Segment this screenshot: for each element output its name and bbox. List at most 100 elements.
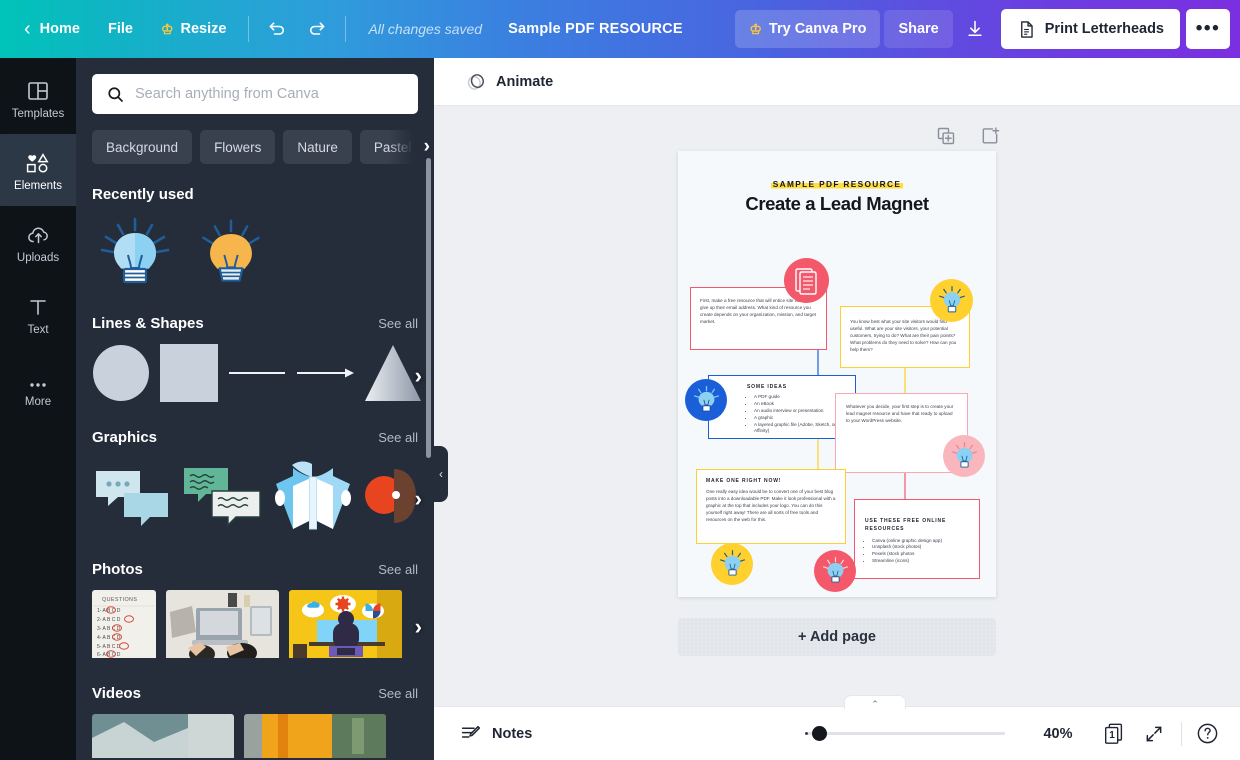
sidebar-label-templates: Templates	[11, 107, 65, 120]
card-resources-heading: USE THESE FREE ONLINE RESOURCES	[865, 518, 947, 532]
zoom-slider[interactable]	[805, 726, 1005, 741]
card-resources[interactable]: USE THESE FREE ONLINE RESOURCES Canva (o…	[854, 499, 980, 579]
lightbulb-icon	[719, 549, 745, 576]
header-divider-2	[345, 16, 347, 42]
badge-bulb-blue[interactable]	[685, 379, 727, 421]
video-thumb-1[interactable]	[92, 714, 234, 760]
sidebar-label-text: Text	[27, 323, 49, 336]
see-all-lines-shapes[interactable]: See all	[378, 316, 418, 331]
page-tools	[936, 126, 1002, 148]
list-item: A layered graphic file (Adobe, Sketch, o…	[754, 422, 847, 436]
graphic-speech-bubbles[interactable]	[92, 465, 172, 532]
fullscreen-button[interactable]	[1137, 717, 1171, 751]
card-resources-list: Canva (online graphic design app) Unspla…	[865, 538, 971, 566]
design-page-1[interactable]: SAMPLE PDF RESOURCE Create a Lead Magnet…	[678, 151, 996, 597]
zoom-slider-knob[interactable]	[812, 726, 827, 741]
element-lightbulb-orange[interactable]	[188, 215, 274, 293]
panel-scrollbar[interactable]	[426, 158, 431, 458]
add-page-bar[interactable]: + Add page	[678, 618, 996, 656]
card-some-ideas[interactable]: SOME IDEAS A PDF guide An eBook An audio…	[708, 375, 856, 439]
editor-area: Animate SAMPLE PDF RESOURCE Create a Lea…	[434, 58, 1240, 760]
home-button[interactable]: ‹ Home	[10, 10, 94, 48]
video-thumb-2[interactable]	[244, 714, 386, 760]
undo-button[interactable]	[257, 10, 297, 48]
quiz-sheet-photo: QUESTIONS 1- A B C D2- A B C D3- A B C D…	[92, 590, 156, 658]
graphic-open-book[interactable]	[272, 458, 354, 539]
photo-quiz-sheet[interactable]: QUESTIONS 1- A B C D 2- A B C D 3- A B C D…	[92, 590, 156, 663]
section-photos: Photos See all QUESTIONS 1- A B C D 2- A …	[76, 539, 434, 663]
page-manager-button[interactable]: 1	[1097, 717, 1131, 751]
lightbulb-icon	[202, 219, 260, 282]
page-number-label: 1	[1109, 730, 1115, 741]
chip-background[interactable]: Background	[92, 130, 193, 164]
lines-shapes-next-arrow[interactable]: ›	[415, 363, 422, 389]
templates-icon	[26, 77, 50, 103]
zoom-percent-label[interactable]: 40%	[1031, 726, 1085, 742]
graphics-next-arrow[interactable]: ›	[415, 486, 422, 512]
undo-icon	[270, 22, 285, 35]
help-button[interactable]	[1192, 719, 1222, 749]
shape-arrow[interactable]	[296, 344, 354, 407]
badge-bulb-yellow[interactable]	[930, 279, 973, 322]
sidebar-item-uploads[interactable]: Uploads	[0, 206, 76, 278]
pro-label: Try Canva Pro	[768, 21, 867, 37]
print-letterheads-button[interactable]: Print Letterheads	[1000, 9, 1180, 49]
design-title-input[interactable]: Sample PDF RESOURCE	[496, 10, 695, 48]
add-page-button[interactable]	[980, 126, 1002, 148]
card-make-one[interactable]: MAKE ONE RIGHT NOW! One really easy idea…	[696, 469, 846, 544]
add-page-icon	[982, 127, 1000, 144]
zoom-slider-min-dot	[805, 732, 808, 735]
collapse-panel-handle[interactable]: ‹	[434, 446, 448, 502]
badge-bulb-red[interactable]	[814, 550, 856, 592]
shape-line[interactable]	[228, 344, 286, 407]
canvas-scroll-area[interactable]: SAMPLE PDF RESOURCE Create a Lead Magnet…	[434, 106, 1240, 706]
notes-expand-tab[interactable]: ⌃	[844, 695, 906, 709]
animate-icon	[467, 74, 484, 90]
badge-bulb-yellow2[interactable]	[711, 543, 753, 585]
svg-text:QUESTIONS: QUESTIONS	[102, 597, 137, 603]
duplicate-page-button[interactable]	[936, 126, 958, 148]
search-container	[76, 74, 434, 114]
file-menu-button[interactable]: File	[94, 10, 147, 48]
list-item: An eBook	[754, 401, 847, 408]
lightbulb-icon	[822, 556, 848, 583]
sidebar-item-elements[interactable]: Elements	[0, 122, 76, 218]
search-input[interactable]	[135, 86, 404, 102]
see-all-videos[interactable]: See all	[378, 686, 418, 701]
search-box[interactable]	[92, 74, 418, 114]
graphic-chat-bubbles[interactable]	[182, 465, 262, 532]
see-all-graphics[interactable]: See all	[378, 430, 418, 445]
video-thumbnail	[244, 714, 386, 758]
card-make-one-text: One really easy idea would be to convert…	[706, 489, 836, 523]
download-button[interactable]	[955, 10, 995, 48]
text-icon	[26, 293, 50, 319]
try-canva-pro-button[interactable]: ♔ Try Canva Pro	[735, 10, 881, 48]
shape-triangle[interactable]	[364, 344, 422, 407]
sidebar-item-text[interactable]: Text	[0, 278, 76, 350]
shape-circle[interactable]	[92, 344, 150, 407]
more-options-button[interactable]: •••	[1186, 9, 1230, 49]
photo-desk-laptop[interactable]	[166, 590, 279, 663]
panel-scroll-container: Background Flowers Nature Pastel › Recen…	[76, 58, 434, 760]
see-all-photos[interactable]: See all	[378, 562, 418, 577]
crown-icon: ♔	[749, 20, 762, 37]
editor-body: Templates Elements Uploads Text More Sea…	[0, 58, 1240, 760]
element-lightbulb-blue[interactable]	[92, 215, 178, 293]
resize-button[interactable]: ♔ Resize	[147, 10, 241, 48]
sidebar-label-elements: Elements	[14, 179, 62, 192]
photos-next-arrow[interactable]: ›	[415, 614, 422, 640]
animate-button[interactable]: Animate	[456, 65, 563, 99]
chevron-up-icon: ⌃	[871, 699, 879, 709]
list-item: Unsplash (stock photos)	[872, 544, 971, 551]
shape-square[interactable]	[160, 344, 218, 407]
section-header: Videos See all	[92, 685, 418, 702]
photo-computer-illustration[interactable]	[289, 590, 402, 663]
share-button[interactable]: Share	[884, 10, 953, 48]
chip-flowers[interactable]: Flowers	[200, 130, 276, 164]
badge-bulb-pink[interactable]	[943, 435, 985, 477]
badge-doc[interactable]	[784, 258, 829, 303]
sidebar-item-more[interactable]: More	[0, 350, 76, 422]
notes-button[interactable]: Notes	[452, 717, 540, 750]
redo-button[interactable]	[297, 10, 337, 48]
chip-nature[interactable]: Nature	[283, 130, 352, 164]
